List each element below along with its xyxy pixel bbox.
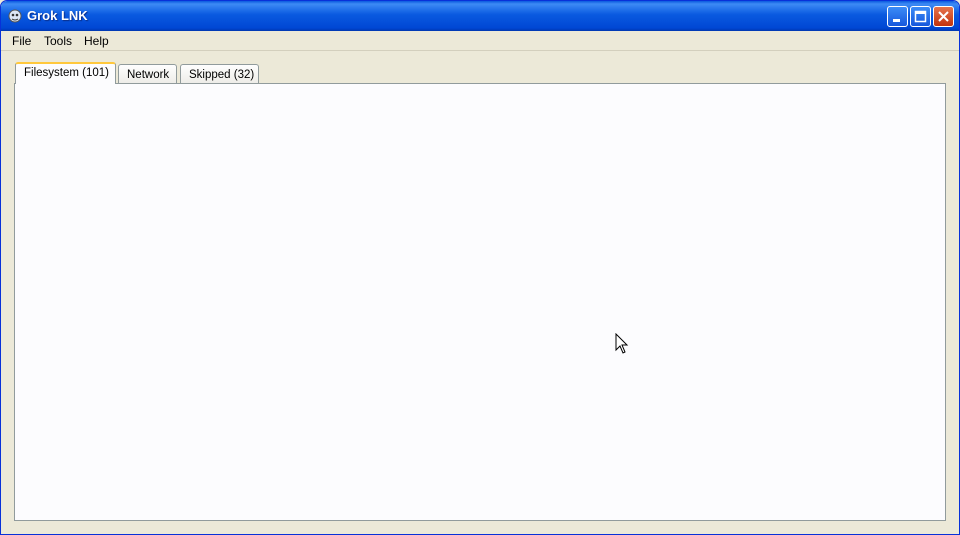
- tab-filesystem[interactable]: Filesystem (101): [15, 62, 116, 84]
- close-button[interactable]: [933, 6, 954, 27]
- close-icon: [938, 11, 949, 22]
- mouse-cursor-icon: [615, 333, 629, 354]
- tab-panel: [14, 83, 946, 521]
- tab-skipped[interactable]: Skipped (32): [180, 64, 259, 85]
- title-bar[interactable]: Grok LNK: [1, 1, 959, 31]
- minimize-button[interactable]: [887, 6, 908, 27]
- menu-help[interactable]: Help: [84, 34, 109, 48]
- app-window: Grok LNK File Tools Help Filesystem (101…: [0, 0, 960, 535]
- minimize-icon: [893, 19, 900, 22]
- menu-bar: File Tools Help: [1, 31, 959, 51]
- maximize-icon: [914, 10, 927, 23]
- window-title: Grok LNK: [27, 8, 88, 23]
- app-icon: [8, 9, 22, 23]
- maximize-button[interactable]: [910, 6, 931, 27]
- menu-file[interactable]: File: [12, 34, 31, 48]
- menu-tools[interactable]: Tools: [44, 34, 72, 48]
- tab-network[interactable]: Network: [118, 64, 177, 85]
